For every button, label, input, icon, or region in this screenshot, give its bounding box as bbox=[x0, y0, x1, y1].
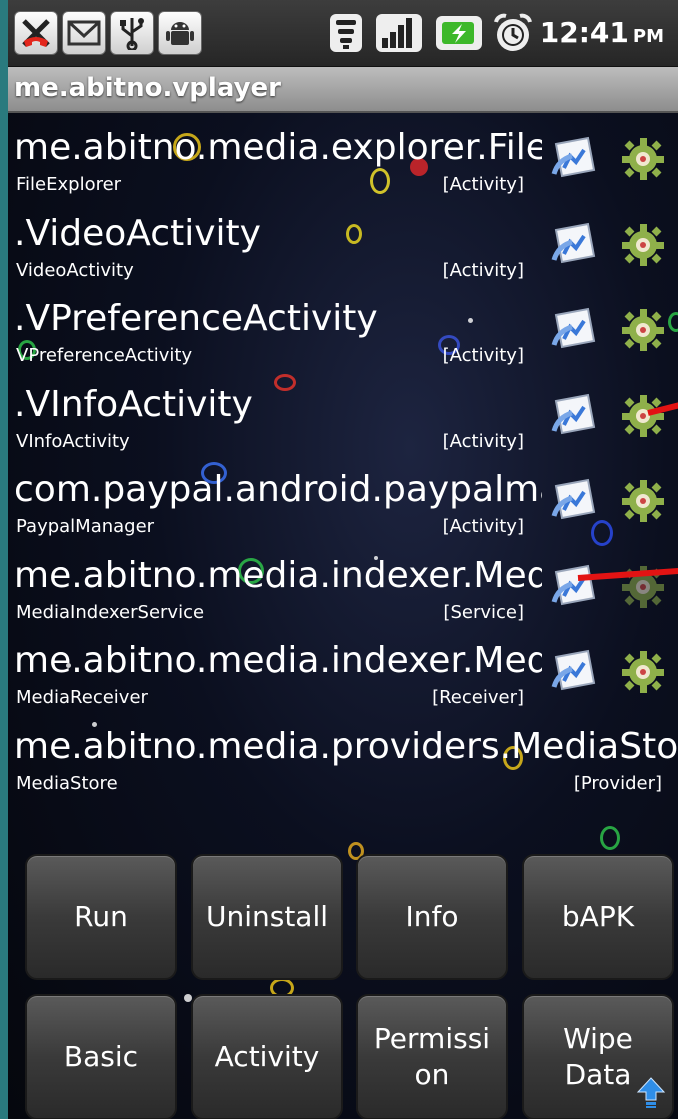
run-button[interactable]: Run bbox=[25, 854, 177, 980]
run-button-label: Run bbox=[74, 900, 128, 933]
battery-charging-icon bbox=[436, 12, 482, 54]
component-label: VPreferenceActivity bbox=[16, 345, 193, 366]
wallpaper-bubble bbox=[600, 826, 620, 850]
status-clock: 12:41 PM bbox=[540, 16, 664, 49]
component-type: [Activity] bbox=[442, 516, 524, 537]
component-type: [Service] bbox=[443, 601, 524, 623]
list-item[interactable]: com.paypal.android.paypalmanager PaypalM… bbox=[8, 458, 678, 544]
status-bar: 12:41 PM bbox=[8, 0, 678, 67]
list-item[interactable]: me.abitno.media.explorer.FileExplorer Fi… bbox=[8, 116, 678, 202]
gear-icon[interactable] bbox=[620, 136, 666, 182]
signal-icon bbox=[376, 12, 424, 54]
list-item[interactable]: .VPreferenceActivity VPreferenceActivity… bbox=[8, 287, 678, 373]
component-label: MediaIndexerService bbox=[16, 601, 205, 623]
permission-button[interactable]: Permissi on bbox=[356, 994, 508, 1119]
gmail-icon bbox=[62, 11, 106, 55]
component-label: VInfoActivity bbox=[16, 430, 130, 452]
clock-time: 12:41 bbox=[539, 16, 629, 49]
clock-ampm: PM bbox=[632, 26, 664, 47]
component-label: MediaStore bbox=[16, 772, 118, 794]
list-item[interactable]: .VideoActivity VideoActivity [Activity] bbox=[8, 202, 678, 288]
component-class-name: me.abitno.media.indexer.MediaIndexerServ… bbox=[14, 554, 542, 596]
launch-shortcut-icon[interactable] bbox=[550, 562, 598, 610]
wipe-data-button-label-line1: Wipe bbox=[563, 1022, 633, 1055]
phone-screen: 12:41 PM me.abitno.vplayer me.abitno.medi… bbox=[8, 0, 678, 1119]
gear-icon[interactable] bbox=[620, 307, 666, 353]
bapk-button-label: bAPK bbox=[561, 900, 635, 933]
component-class-name: me.abitno.media.indexer.MediaReceiver bbox=[14, 640, 542, 681]
component-class-name: .VPreferenceActivity bbox=[14, 298, 378, 339]
info-button[interactable]: Info bbox=[356, 854, 508, 980]
uninstall-button[interactable]: Uninstall bbox=[191, 854, 343, 980]
component-label: VideoActivity bbox=[16, 259, 134, 281]
wipe-data-button[interactable]: Wipe Data bbox=[522, 994, 674, 1119]
component-class-name: me.abitno.media.providers.MediaStore bbox=[14, 725, 678, 767]
component-type: [Activity] bbox=[442, 345, 524, 366]
launch-shortcut-icon[interactable] bbox=[550, 134, 598, 182]
component-label: MediaReceiver bbox=[16, 687, 148, 708]
wifi-icon bbox=[328, 12, 364, 54]
alarm-icon bbox=[492, 12, 534, 54]
launch-shortcut-icon[interactable] bbox=[550, 391, 598, 439]
component-type: [Activity] bbox=[442, 430, 524, 452]
info-button-label: Info bbox=[405, 900, 459, 933]
arrow-up-icon bbox=[636, 1077, 666, 1108]
missed-call-icon bbox=[14, 11, 58, 55]
android-debug-icon bbox=[158, 11, 202, 55]
component-type: [Activity] bbox=[442, 174, 524, 195]
component-type: [Receiver] bbox=[432, 687, 524, 708]
activity-button[interactable]: Activity bbox=[191, 994, 343, 1119]
wipe-data-button-label-line2: Data bbox=[564, 1058, 632, 1091]
component-type: [Provider] bbox=[573, 772, 662, 794]
permission-button-label-line2: on bbox=[414, 1058, 450, 1091]
launch-shortcut-icon[interactable] bbox=[550, 476, 598, 524]
component-label: FileExplorer bbox=[16, 174, 122, 195]
launch-shortcut-icon[interactable] bbox=[550, 647, 598, 695]
component-class-name: me.abitno.media.explorer.FileExplorer bbox=[14, 127, 542, 168]
activity-button-label: Activity bbox=[214, 1040, 320, 1073]
basic-button-label: Basic bbox=[63, 1040, 139, 1073]
gear-icon[interactable] bbox=[620, 478, 666, 524]
component-list: me.abitno.media.explorer.FileExplorer Fi… bbox=[8, 116, 678, 800]
list-item[interactable]: me.abitno.media.indexer.MediaReceiver Me… bbox=[8, 629, 678, 715]
usb-icon bbox=[110, 11, 154, 55]
list-item[interactable]: .VInfoActivity VInfoActivity [Activity] bbox=[8, 373, 678, 459]
component-label: PaypalManager bbox=[16, 516, 155, 537]
component-class-name: .VInfoActivity bbox=[14, 383, 253, 425]
launch-shortcut-icon[interactable] bbox=[550, 305, 598, 353]
component-class-name: com.paypal.android.paypalmanager bbox=[14, 469, 542, 510]
list-item[interactable]: me.abitno.media.providers.MediaStore Med… bbox=[8, 715, 678, 801]
title-bar: me.abitno.vplayer bbox=[8, 67, 678, 113]
gear-icon[interactable] bbox=[620, 222, 666, 268]
component-type: [Activity] bbox=[442, 259, 524, 281]
basic-button[interactable]: Basic bbox=[25, 994, 177, 1119]
gear-icon[interactable] bbox=[620, 649, 666, 695]
bapk-button[interactable]: bAPK bbox=[522, 854, 674, 980]
page-title: me.abitno.vplayer bbox=[14, 73, 281, 103]
uninstall-button-label: Uninstall bbox=[205, 900, 329, 933]
launch-shortcut-icon[interactable] bbox=[550, 220, 598, 268]
permission-button-label-line1: Permissi bbox=[373, 1022, 491, 1055]
gear-icon[interactable] bbox=[620, 393, 666, 439]
list-item[interactable]: me.abitno.media.indexer.MediaIndexerServ… bbox=[8, 544, 678, 630]
component-class-name: .VideoActivity bbox=[14, 212, 261, 254]
